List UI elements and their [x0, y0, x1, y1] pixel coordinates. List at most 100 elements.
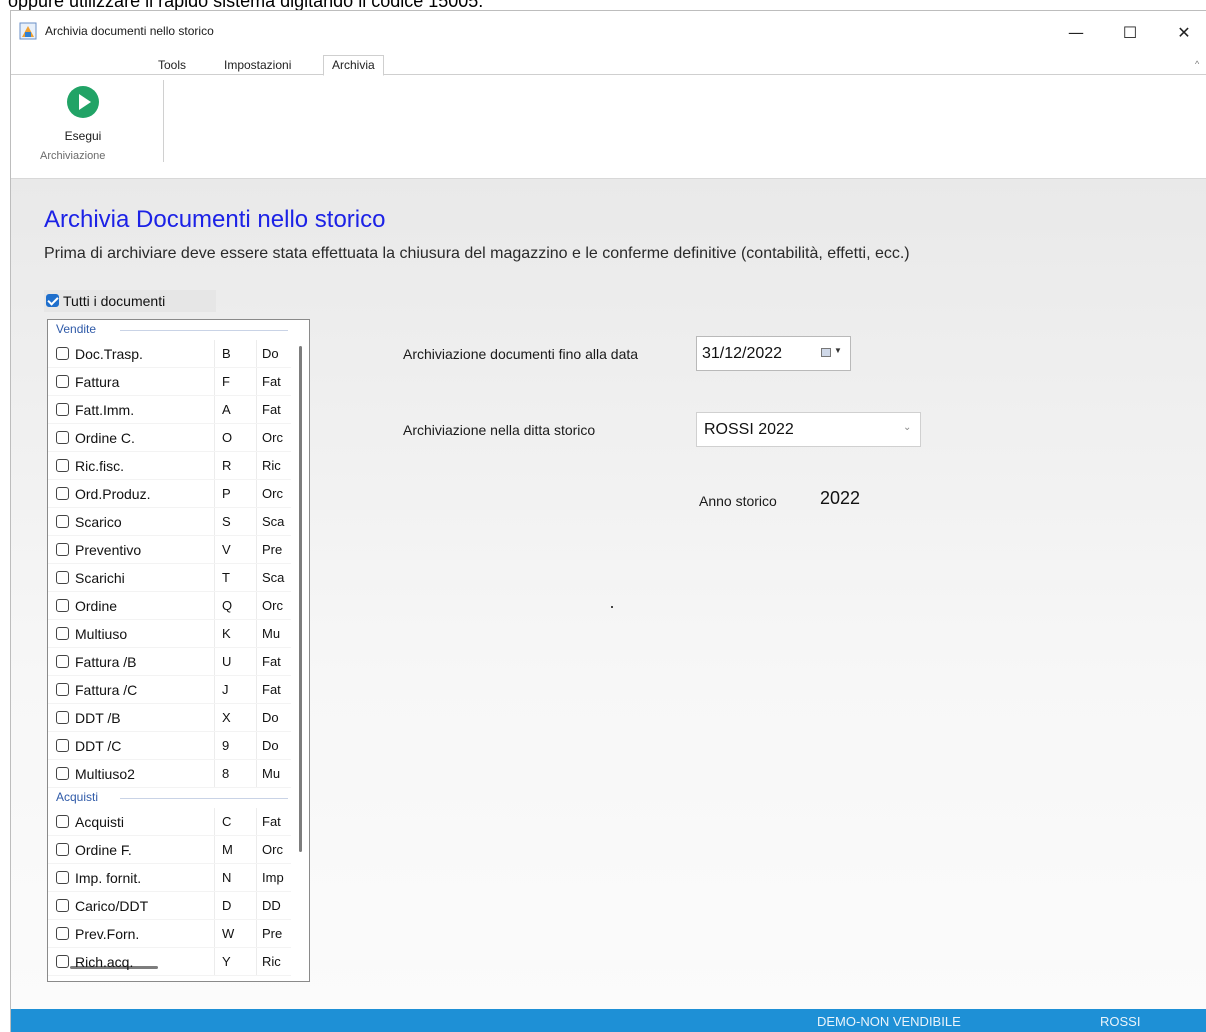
list-item[interactable]: DDT /B X Do	[48, 704, 291, 732]
row-checkbox[interactable]	[56, 739, 69, 752]
row-checkbox[interactable]	[56, 347, 69, 360]
list-item[interactable]: Ordine C. O Orc	[48, 424, 291, 452]
archive-date-picker[interactable]: 31/12/2022 ▼	[696, 336, 851, 371]
doc-type-name: Ordine F.	[75, 842, 132, 858]
doc-type-description: Do	[256, 340, 291, 367]
row-checkbox[interactable]	[56, 543, 69, 556]
doc-type-name: Fattura	[75, 374, 120, 390]
doc-type-code: 9	[214, 732, 256, 759]
doc-type-name: Imp. fornit.	[75, 870, 142, 886]
list-item[interactable]: Scarico S Sca	[48, 508, 291, 536]
main-panel: Archivia Documenti nello storico Prima d…	[11, 179, 1206, 1009]
row-checkbox[interactable]	[56, 571, 69, 584]
execute-button[interactable]: Esegui	[33, 86, 123, 152]
list-item[interactable]: Fattura /C J Fat	[48, 676, 291, 704]
minimize-button[interactable]: —	[1053, 11, 1099, 53]
row-checkbox[interactable]	[56, 487, 69, 500]
doc-type-description: Fat	[256, 676, 291, 703]
doc-type-description: Ric	[256, 948, 291, 975]
app-window: Archivia documenti nello storico — ☐ ✕ T…	[10, 10, 1206, 1032]
window-title: Archivia documenti nello storico	[45, 24, 214, 38]
tab-impostazioni[interactable]: Impostazioni	[216, 56, 299, 75]
calendar-icon[interactable]	[821, 348, 831, 357]
row-checkbox[interactable]	[56, 955, 69, 968]
vertical-scrollbar[interactable]	[299, 346, 302, 852]
historic-company-select[interactable]: ROSSI 2022 ⌄	[696, 412, 921, 447]
list-item[interactable]: Fattura /B U Fat	[48, 648, 291, 676]
document-type-list[interactable]: Vendite Doc.Trasp. B Do Fattura F Fat Fatt.Imm.…	[47, 319, 310, 982]
all-documents-checkbox[interactable]: Tutti i documenti	[44, 290, 216, 312]
row-checkbox[interactable]	[56, 403, 69, 416]
row-checkbox[interactable]	[56, 767, 69, 780]
cropped-caption: oppure utilizzare il rapido sistema digi…	[0, 0, 1206, 10]
doc-type-description: Sca	[256, 508, 291, 535]
row-checkbox[interactable]	[56, 683, 69, 696]
doc-type-name: Scarichi	[75, 570, 125, 586]
doc-type-description: Imp	[256, 864, 291, 891]
ribbon: Esegui Archiviazione	[11, 76, 1206, 179]
company-label: Archiviazione nella ditta storico	[403, 422, 596, 438]
doc-type-description: Fat	[256, 648, 291, 675]
doc-type-description: Sca	[256, 564, 291, 591]
close-button[interactable]: ✕	[1161, 11, 1206, 53]
doc-type-name: Ordine	[75, 598, 118, 614]
doc-type-name: Prev.Forn.	[75, 926, 140, 942]
tab-archivia[interactable]: Archivia	[323, 55, 384, 76]
ribbon-group-label: Archiviazione	[40, 150, 106, 162]
list-item[interactable]: Multiuso K Mu	[48, 620, 291, 648]
list-item[interactable]: Scarichi T Sca	[48, 564, 291, 592]
tab-tools[interactable]: Tools	[150, 56, 194, 75]
minimize-icon: —	[1068, 22, 1084, 42]
doc-type-code: V	[214, 536, 256, 563]
doc-type-code: T	[214, 564, 256, 591]
row-checkbox[interactable]	[56, 459, 69, 472]
row-checkbox[interactable]	[56, 599, 69, 612]
doc-type-code: M	[214, 836, 256, 863]
row-checkbox[interactable]	[56, 927, 69, 940]
row-checkbox[interactable]	[56, 375, 69, 388]
row-checkbox[interactable]	[56, 627, 69, 640]
list-item[interactable]: Ord.Produz. P Orc	[48, 480, 291, 508]
list-item[interactable]: Ric.fisc. R Ric	[48, 452, 291, 480]
current-user: ROSSI	[1100, 1014, 1141, 1029]
dropdown-arrow-icon[interactable]: ▼	[834, 346, 842, 355]
row-checkbox[interactable]	[56, 655, 69, 668]
list-item[interactable]: Carico/DDT D DD	[48, 892, 291, 920]
doc-type-code: Q	[214, 592, 256, 619]
doc-type-code: O	[214, 424, 256, 451]
list-item[interactable]: Multiuso2 8 Mu	[48, 760, 291, 788]
doc-type-name: Ordine C.	[75, 430, 135, 446]
doc-type-name: DDT /B	[75, 710, 121, 726]
row-checkbox[interactable]	[56, 515, 69, 528]
ribbon-tabs: Tools Impostazioni Archivia	[11, 53, 1206, 76]
list-item[interactable]: Acquisti C Fat	[48, 808, 291, 836]
page-subtitle: Prima di archiviare deve essere stata ef…	[44, 245, 910, 262]
list-item[interactable]: Prev.Forn. W Pre	[48, 920, 291, 948]
list-item[interactable]: Ordine F. M Orc	[48, 836, 291, 864]
collapse-ribbon-icon[interactable]: ^	[1195, 59, 1199, 69]
list-item[interactable]: DDT /C 9 Do	[48, 732, 291, 760]
list-item[interactable]: Fatt.Imm. A Fat	[48, 396, 291, 424]
list-item[interactable]: Ordine Q Orc	[48, 592, 291, 620]
row-checkbox[interactable]	[56, 431, 69, 444]
list-item[interactable]: Imp. fornit. N Imp	[48, 864, 291, 892]
doc-type-description: Fat	[256, 368, 291, 395]
doc-type-description: Do	[256, 732, 291, 759]
row-checkbox[interactable]	[56, 815, 69, 828]
row-checkbox[interactable]	[56, 899, 69, 912]
doc-type-description: Pre	[256, 920, 291, 947]
row-checkbox[interactable]	[56, 843, 69, 856]
list-item[interactable]: Doc.Trasp. B Do	[48, 340, 291, 368]
row-checkbox[interactable]	[56, 871, 69, 884]
list-item[interactable]: Preventivo V Pre	[48, 536, 291, 564]
doc-type-name: Preventivo	[75, 542, 142, 558]
list-item[interactable]: Rich.acq. Y Ric	[48, 948, 291, 976]
doc-type-description: Orc	[256, 480, 291, 507]
maximize-button[interactable]: ☐	[1107, 11, 1153, 53]
status-bar: DEMO-NON VENDIBILE ROSSI	[11, 1009, 1206, 1032]
list-item[interactable]: Fattura F Fat	[48, 368, 291, 396]
ribbon-separator	[163, 80, 164, 162]
row-checkbox[interactable]	[56, 711, 69, 724]
company-value: ROSSI 2022	[704, 421, 794, 438]
doc-type-code: W	[214, 920, 256, 947]
